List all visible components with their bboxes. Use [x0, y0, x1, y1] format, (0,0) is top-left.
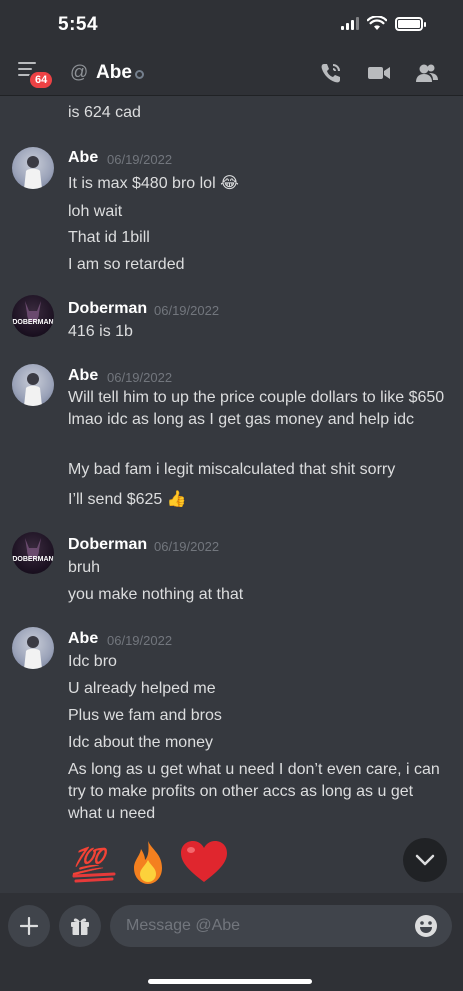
- dog-icon: [25, 538, 41, 559]
- status-time: 5:54: [58, 14, 99, 35]
- hundred-glyph: 💯: [72, 846, 110, 877]
- message-line: I am so retarded: [68, 256, 185, 273]
- dm-header: 64 @ Abe: [0, 50, 463, 96]
- message-timestamp: 06/19/2022: [154, 303, 220, 318]
- message-line: As long as u get what u need I don’t eve…: [68, 761, 440, 822]
- message-author[interactable]: Doberman: [68, 536, 147, 554]
- fire-glyph: 🔥: [124, 838, 126, 839]
- wifi-icon: [367, 16, 387, 30]
- emoji-picker-icon[interactable]: [414, 914, 438, 938]
- message-author[interactable]: Abe: [68, 367, 98, 385]
- avatar-abe[interactable]: [12, 147, 54, 189]
- person-silhouette-icon: [24, 156, 42, 189]
- message-timestamp: 06/19/2022: [107, 152, 173, 167]
- heart-glyph: ❤️: [178, 838, 180, 839]
- jump-to-bottom-button[interactable]: [403, 838, 447, 882]
- video-call-icon[interactable]: [366, 60, 392, 86]
- message-author[interactable]: Doberman: [68, 300, 147, 318]
- chevron-down-icon: [415, 854, 435, 866]
- cellular-signal-icon: [341, 17, 359, 30]
- avatar-label: DOBERMAN: [12, 556, 54, 563]
- members-icon[interactable]: [414, 60, 440, 86]
- message-author[interactable]: Abe: [68, 630, 98, 648]
- avatar-abe[interactable]: [12, 364, 54, 406]
- gift-icon: [71, 918, 89, 935]
- gift-button[interactable]: [59, 905, 101, 947]
- offline-status-icon: [135, 70, 144, 79]
- message-timestamp: 06/19/2022: [107, 633, 173, 648]
- message-timestamp: 06/19/2022: [154, 539, 220, 554]
- avatar-doberman[interactable]: DOBERMAN: [12, 295, 54, 337]
- message-author[interactable]: Abe: [68, 149, 98, 167]
- person-silhouette-icon: [24, 636, 42, 669]
- battery-icon: [395, 16, 426, 31]
- fire-icon: 🔥: [124, 838, 162, 884]
- message-line: Idc bro: [68, 653, 117, 670]
- dm-title[interactable]: Abe: [96, 62, 132, 84]
- emoji-message: 💯 🔥 ❤️: [70, 838, 230, 886]
- message-line: 416 is 1b: [68, 323, 133, 340]
- message-line: is 624 cad: [68, 104, 141, 121]
- message-composer: [0, 893, 463, 991]
- message-line: It is max $480 bro lol 😂: [68, 175, 239, 192]
- message-input[interactable]: [110, 905, 452, 947]
- message-line: That id 1bill: [68, 229, 150, 246]
- message-line: Will tell him to up the price couple dol…: [68, 389, 445, 428]
- home-indicator[interactable]: [148, 979, 312, 984]
- message-line: loh wait: [68, 203, 123, 220]
- message-line: you make nothing at that: [68, 586, 244, 603]
- person-silhouette-icon: [24, 373, 42, 406]
- add-attachment-button[interactable]: [8, 905, 50, 947]
- message-line: My bad fam i legit miscalculated that sh…: [68, 461, 396, 478]
- message-timestamp: 06/19/2022: [107, 370, 173, 385]
- voice-call-icon[interactable]: [318, 60, 344, 86]
- at-icon: @: [70, 62, 89, 82]
- status-icons: [341, 16, 426, 31]
- message-line: U already helped me: [68, 680, 216, 697]
- heart-icon: ❤️: [178, 838, 227, 882]
- avatar-doberman[interactable]: DOBERMAN: [12, 532, 54, 574]
- message-line: bruh: [68, 559, 101, 576]
- status-bar: 5:54: [0, 0, 463, 50]
- avatar-abe[interactable]: [12, 627, 54, 669]
- unread-badge: 64: [28, 70, 55, 90]
- dog-icon: [25, 301, 41, 322]
- message-list[interactable]: is 624 cad Abe 06/19/2022 It is max $480…: [0, 97, 463, 897]
- message-line: I’ll send $625 👍: [68, 491, 187, 508]
- message-line: Idc about the money: [68, 734, 213, 751]
- hundred-points-icon: 💯: [72, 846, 116, 883]
- message-line: Plus we fam and bros: [68, 707, 222, 724]
- plus-icon: [20, 917, 38, 935]
- avatar-label: DOBERMAN: [12, 319, 54, 326]
